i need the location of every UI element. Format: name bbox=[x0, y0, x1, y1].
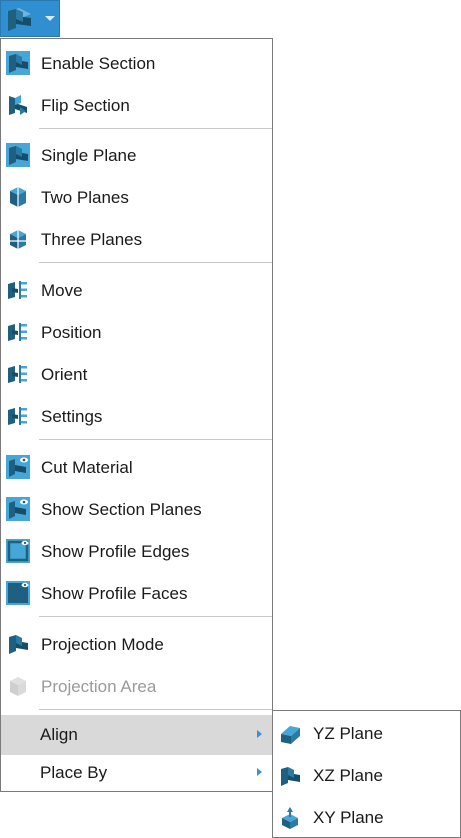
menu-item-label: Settings bbox=[41, 407, 103, 426]
menu-item-projection-mode[interactable]: Projection Mode bbox=[1, 623, 272, 665]
menu-item-label: Show Section Planes bbox=[41, 500, 202, 519]
show-profile-edges-icon bbox=[6, 539, 30, 563]
flip-section-icon bbox=[9, 95, 27, 115]
menu-item-label: Enable Section bbox=[41, 54, 156, 73]
show-profile-faces-icon bbox=[6, 581, 30, 605]
show-section-planes-icon bbox=[6, 497, 30, 521]
menu-item-align[interactable]: Align bbox=[1, 715, 272, 755]
projection-mode-icon bbox=[9, 635, 28, 654]
menu-separator bbox=[39, 439, 272, 440]
cut-material-icon bbox=[6, 455, 30, 479]
menu-item-two-planes[interactable]: Two Planes bbox=[1, 176, 272, 218]
menu-item-label: Single Plane bbox=[41, 146, 137, 165]
menu-item-label: Show Profile Edges bbox=[41, 542, 190, 561]
menu-item-yz-plane[interactable]: YZ Plane bbox=[273, 713, 460, 755]
enable-section-icon bbox=[6, 51, 30, 75]
section-plane-icon[interactable] bbox=[5, 6, 33, 33]
menu-item-label: Align bbox=[40, 725, 78, 744]
menu-item-label: Position bbox=[41, 323, 102, 342]
menu-item-label: Show Profile Faces bbox=[41, 584, 188, 603]
menu-item-show-profile-faces[interactable]: Show Profile Faces bbox=[1, 572, 272, 614]
menu-item-label: Projection Mode bbox=[41, 635, 164, 654]
chevron-down-icon bbox=[45, 16, 55, 21]
menu-separator bbox=[39, 262, 272, 263]
menu-item-show-profile-edges[interactable]: Show Profile Edges bbox=[1, 530, 272, 572]
three-planes-icon bbox=[8, 228, 28, 250]
two-planes-icon bbox=[10, 187, 26, 207]
menu-item-place-by[interactable]: Place By bbox=[1, 753, 272, 793]
menu-item-label: Flip Section bbox=[41, 96, 130, 115]
section-dropdown-menu: Enable Section Flip Section Single Plane bbox=[0, 38, 273, 792]
menu-item-label: Projection Area bbox=[41, 677, 157, 696]
menu-item-label: XZ Plane bbox=[313, 766, 383, 785]
menu-separator bbox=[39, 709, 272, 710]
section-toolbar-button[interactable] bbox=[0, 0, 60, 37]
settings-icon bbox=[8, 407, 27, 425]
menu-item-orient[interactable]: Orient bbox=[1, 353, 272, 395]
yz-plane-icon bbox=[281, 726, 300, 744]
menu-item-flip-section[interactable]: Flip Section bbox=[1, 84, 272, 126]
menu-item-show-section-planes[interactable]: Show Section Planes bbox=[1, 488, 272, 530]
menu-item-label: Two Planes bbox=[41, 188, 129, 207]
menu-item-label: YZ Plane bbox=[313, 724, 383, 743]
menu-item-label: Place By bbox=[40, 763, 108, 782]
menu-item-single-plane[interactable]: Single Plane bbox=[1, 134, 272, 176]
menu-item-enable-section[interactable]: Enable Section bbox=[1, 42, 272, 84]
menu-item-settings[interactable]: Settings bbox=[1, 395, 272, 437]
move-icon bbox=[8, 281, 27, 299]
menu-item-label: Move bbox=[41, 281, 83, 300]
toolbar-dropdown-button[interactable] bbox=[39, 1, 60, 36]
menu-separator bbox=[39, 128, 272, 129]
menu-item-cut-material[interactable]: Cut Material bbox=[1, 446, 272, 488]
position-icon bbox=[8, 323, 27, 341]
menu-item-label: Cut Material bbox=[41, 458, 133, 477]
menu-item-label: Orient bbox=[41, 365, 88, 384]
menu-item-label: Three Planes bbox=[41, 230, 143, 249]
single-plane-icon bbox=[6, 143, 30, 167]
chevron-right-icon bbox=[257, 768, 262, 776]
menu-item-xy-plane[interactable]: XY Plane bbox=[273, 797, 460, 838]
menu-item-position[interactable]: Position bbox=[1, 311, 272, 353]
xy-plane-icon bbox=[282, 807, 298, 829]
projection-area-icon bbox=[10, 677, 26, 696]
menu-item-move[interactable]: Move bbox=[1, 269, 272, 311]
orient-icon bbox=[8, 365, 27, 383]
menu-item-xz-plane[interactable]: XZ Plane bbox=[273, 755, 460, 797]
chevron-right-icon bbox=[257, 730, 262, 738]
menu-item-label: XY Plane bbox=[313, 808, 384, 827]
menu-item-three-planes[interactable]: Three Planes bbox=[1, 218, 272, 260]
menu-item-projection-area: Projection Area bbox=[1, 665, 272, 707]
align-submenu: YZ Plane XZ Plane XY Plane bbox=[272, 710, 461, 838]
menu-separator bbox=[39, 616, 272, 617]
xz-plane-icon bbox=[281, 767, 300, 786]
